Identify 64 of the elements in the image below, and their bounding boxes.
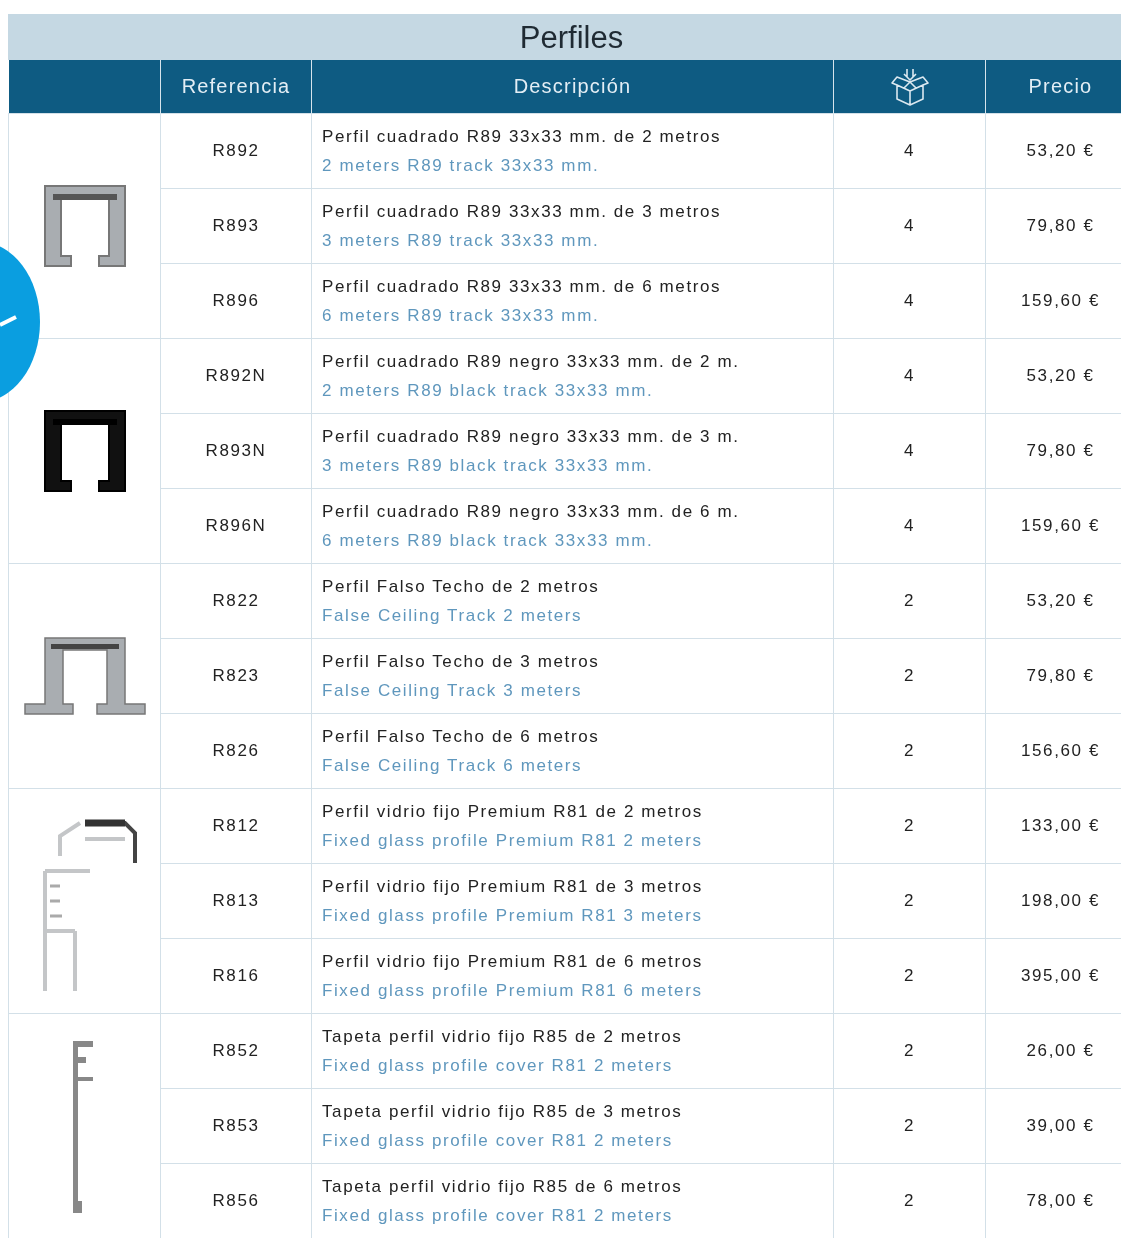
reference-cell: R892N xyxy=(160,338,312,414)
description-text: Tapeta perfil vidrio fijo R85 de 6 metros xyxy=(322,1176,684,1198)
quantity-cell: 4 xyxy=(833,338,986,414)
english-description: 3 meters R89 track 33x33 mm. xyxy=(322,230,601,252)
quantity-cell: 4 xyxy=(833,488,986,564)
reference-header: Referencia xyxy=(160,60,312,114)
description-text: Perfil vidrio fijo Premium R81 de 3 metros xyxy=(322,876,704,898)
quantity-cell: 4 xyxy=(833,263,986,339)
english-description: False Ceiling Track 6 meters xyxy=(322,755,584,777)
quantity-cell: 4 xyxy=(833,413,986,489)
price-cell: 53,20 € xyxy=(985,113,1121,189)
quantity-cell: 2 xyxy=(833,938,986,1014)
reference-cell: R826 xyxy=(160,713,312,789)
description-text: Perfil vidrio fijo Premium R81 de 6 metros xyxy=(322,951,704,973)
description-text: Perfil Falso Techo de 3 metros xyxy=(322,651,601,673)
english-description: 6 meters R89 black track 33x33 mm. xyxy=(322,530,655,552)
price-header: Precio xyxy=(985,60,1121,114)
reference-cell: R813 xyxy=(160,863,312,939)
reference-cell: R853 xyxy=(160,1088,312,1164)
description-text: Tapeta perfil vidrio fijo R85 de 3 metros xyxy=(322,1101,684,1123)
english-description: Fixed glass profile cover R81 2 meters xyxy=(322,1130,674,1152)
english-description: 2 meters R89 black track 33x33 mm. xyxy=(322,380,655,402)
reference-cell: R893 xyxy=(160,188,312,264)
description-text: Perfil cuadrado R89 negro 33x33 mm. de 3 m. xyxy=(322,426,741,448)
reference-cell: R896N xyxy=(160,488,312,564)
reference-cell: R812 xyxy=(160,788,312,864)
english-description: Fixed glass profile Premium R81 6 meters xyxy=(322,980,704,1002)
description-text: Tapeta perfil vidrio fijo R85 de 2 metros xyxy=(322,1026,684,1048)
quantity-cell: 2 xyxy=(833,1013,986,1089)
description-text: Perfil cuadrado R89 33x33 mm. de 2 metros xyxy=(322,126,723,148)
reference-cell: R852 xyxy=(160,1013,312,1089)
english-description: Fixed glass profile Premium R81 3 meters xyxy=(322,905,704,927)
description-text: Perfil cuadrado R89 33x33 mm. de 6 metros xyxy=(322,276,723,298)
reference-cell: R893N xyxy=(160,413,312,489)
quantity-cell: 4 xyxy=(833,113,986,189)
english-description: 3 meters R89 black track 33x33 mm. xyxy=(322,455,655,477)
english-description: Fixed glass profile cover R81 2 meters xyxy=(322,1055,674,1077)
description-text: Perfil vidrio fijo Premium R81 de 2 metros xyxy=(322,801,704,823)
quantity-cell: 2 xyxy=(833,788,986,864)
quantity-cell: 2 xyxy=(833,563,986,639)
quantity-cell: 4 xyxy=(833,188,986,264)
english-description: 2 meters R89 track 33x33 mm. xyxy=(322,155,601,177)
english-description: Fixed glass profile Premium R81 2 meters xyxy=(322,830,704,852)
description-header: Descripción xyxy=(311,60,834,114)
description-text: Perfil Falso Techo de 2 metros xyxy=(322,576,601,598)
reference-cell: R816 xyxy=(160,938,312,1014)
description-text: Perfil cuadrado R89 negro 33x33 mm. de 6 m. xyxy=(322,501,741,523)
quantity-cell: 2 xyxy=(833,1088,986,1164)
quantity-cell: 2 xyxy=(833,638,986,714)
reference-cell: R892 xyxy=(160,113,312,189)
reference-cell: R822 xyxy=(160,563,312,639)
description-text: Perfil cuadrado R89 33x33 mm. de 3 metros xyxy=(322,201,723,223)
english-description: False Ceiling Track 2 meters xyxy=(322,605,584,627)
quantity-cell: 2 xyxy=(833,713,986,789)
table-title: Perfiles xyxy=(8,14,1121,60)
description-text: Perfil Falso Techo de 6 metros xyxy=(322,726,601,748)
english-description: False Ceiling Track 3 meters xyxy=(322,680,584,702)
english-description: 6 meters R89 track 33x33 mm. xyxy=(322,305,601,327)
description-text: Perfil cuadrado R89 negro 33x33 mm. de 2 m. xyxy=(322,351,741,373)
quantity-cell: 2 xyxy=(833,863,986,939)
reference-cell: R823 xyxy=(160,638,312,714)
reference-cell: R896 xyxy=(160,263,312,339)
english-description: Fixed glass profile cover R81 2 meters xyxy=(322,1205,674,1227)
box-icon xyxy=(889,67,930,106)
